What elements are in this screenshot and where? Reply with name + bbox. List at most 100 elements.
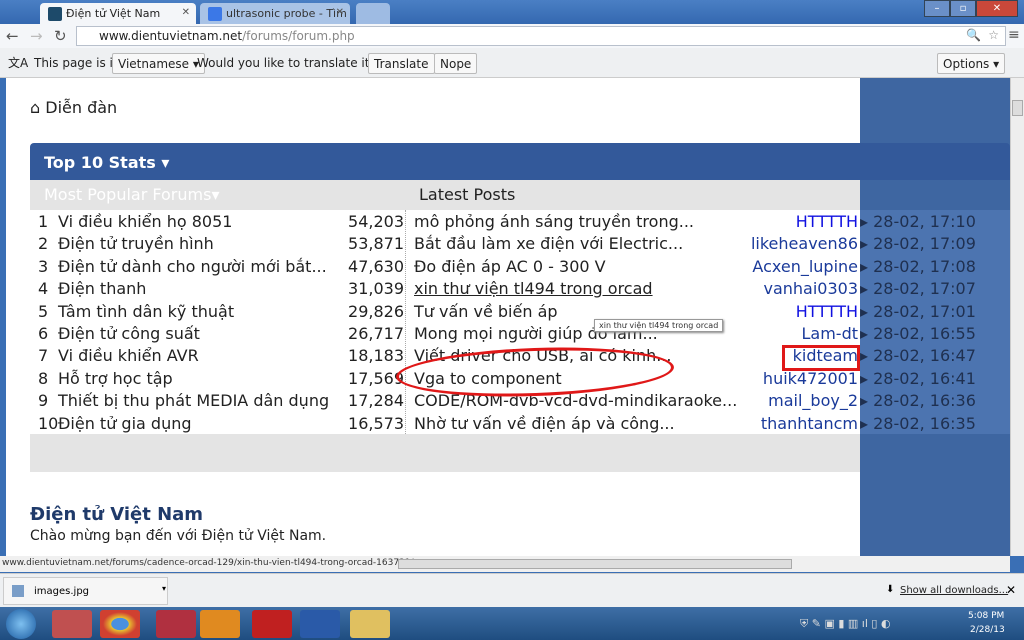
menu-icon[interactable]: ≡ (1008, 27, 1020, 43)
explorer-icon[interactable] (350, 610, 390, 638)
forum-link[interactable]: Điện tử dành cho người mới bắt... (58, 257, 327, 276)
post-date: ▸ 28-02, 17:07 (860, 277, 1010, 300)
user-link[interactable]: HTTTTH (670, 302, 858, 321)
start-button[interactable] (6, 609, 36, 639)
new-tab-button[interactable] (356, 3, 390, 24)
site-favicon-icon (48, 7, 62, 21)
post-count: 47,630 (348, 256, 404, 276)
most-popular-forums-dropdown[interactable]: Most Popular Forums▾ (44, 185, 219, 204)
taskbar-app-icon[interactable] (52, 610, 92, 638)
tab-google-search[interactable]: ultrasonic probe - Tìm với✕ (200, 3, 350, 24)
rank: 1 (38, 212, 49, 231)
user-link[interactable]: likeheaven86 (670, 234, 858, 253)
forum-link[interactable]: Vi điều khiển AVR (58, 346, 199, 365)
tab-bar: Điện tử Việt Nam ✕ ultrasonic probe - Tìm… (0, 0, 1024, 24)
post-date: ▸ 28-02, 17:01 (860, 299, 1010, 322)
rank: 9 (38, 391, 49, 411)
post-date: ▸ 28-02, 17:09 (860, 232, 1010, 255)
user-link[interactable]: huik472001 (670, 369, 858, 388)
maximize-icon[interactable]: ▫ (950, 0, 976, 17)
post-date: ▸ 28-02, 16:36 (860, 389, 1010, 412)
clock-date[interactable]: 2/28/13 (970, 625, 1005, 635)
stats-subheader: Most Popular Forums▾ Latest Posts (30, 180, 860, 210)
post-date: ▸ 28-02, 17:08 (860, 254, 1010, 278)
breadcrumb[interactable]: ⌂ Diễn đàn (30, 98, 117, 117)
taskbar: ⛨ ✎ ▣ ▮ ▥ ıl ▯ ◐ 5:08 PM 2/28/13 (0, 607, 1024, 640)
page-content: ⌂ Diễn đàn Top 10 Stats ▾ Most Popular F… (6, 78, 1010, 556)
close-tab-icon[interactable]: ✕ (182, 7, 190, 18)
minimize-icon[interactable]: – (924, 0, 950, 17)
forum-link[interactable]: Hỗ trợ học tập (58, 369, 173, 388)
top-stats-panel: Top 10 Stats ▾ Most Popular Forums▾ Late… (30, 143, 1010, 473)
forum-link[interactable]: Điện thanh (58, 279, 146, 298)
system-tray-icons[interactable]: ⛨ ✎ ▣ ▮ ▥ ıl ▯ ◐ (800, 617, 891, 631)
acrobat-icon[interactable] (252, 610, 292, 638)
forum-link[interactable]: Điện tử truyền hình (58, 234, 214, 253)
post-link[interactable]: mô phỏng ánh sáng truyền trong... (414, 212, 694, 231)
horizontal-scrollbar[interactable] (398, 559, 792, 569)
language-select[interactable]: Vietnamese ▾ (112, 53, 205, 74)
media-player-icon[interactable] (200, 610, 240, 638)
address-bar: ← → ↻ www.dientuvietnam.net/forums/forum… (0, 24, 1024, 48)
user-link[interactable]: HTTTTH (670, 212, 858, 231)
zoom-icon[interactable]: 🔍 (966, 28, 981, 42)
user-link[interactable]: mail_boy_2 (670, 391, 858, 410)
forum-link[interactable]: Tâm tình dân kỹ thuật (58, 302, 234, 321)
post-link[interactable]: Nhờ tư vấn về điện áp và công... (414, 414, 675, 433)
download-menu-icon[interactable]: ▾ (162, 584, 166, 593)
stats-row: 5 Tâm tình dân kỹ thuật 29,826 Tư vấn về… (30, 299, 1010, 322)
latest-posts-heading: Latest Posts (419, 185, 516, 204)
close-tab-icon[interactable]: ✕ (336, 7, 344, 18)
clock-time[interactable]: 5:08 PM (968, 611, 1004, 621)
red-box-annotation (782, 345, 860, 371)
stats-header[interactable]: Top 10 Stats ▾ (30, 143, 1010, 180)
forward-icon[interactable]: → (30, 27, 43, 45)
post-date: ▸ 28-02, 16:47 (860, 344, 1010, 367)
post-count: 17,284 (348, 391, 404, 411)
site-title: Điện tử Việt Nam (30, 504, 204, 525)
stats-footer (30, 434, 860, 472)
show-all-downloads-link[interactable]: Show all downloads... (900, 585, 1008, 596)
translate-button[interactable]: Translate (368, 53, 435, 74)
stats-row: 6 Điện tử công suất 26,717 Mong mọi ngườ… (30, 321, 1010, 345)
matlab-icon[interactable] (156, 610, 196, 638)
word-icon[interactable] (300, 610, 340, 638)
post-count: 53,871 (348, 234, 404, 254)
rank: 6 (38, 323, 49, 343)
chrome-icon[interactable] (100, 610, 140, 638)
rank: 7 (38, 346, 49, 366)
post-link[interactable]: Tư vấn về biến áp (414, 302, 558, 321)
tab-dientuvietnam[interactable]: Điện tử Việt Nam ✕ (40, 3, 196, 24)
forum-link[interactable]: Điện tử gia dụng (58, 414, 192, 433)
user-link[interactable]: Acxen_lupine (670, 257, 858, 276)
forum-link[interactable]: Thiết bị thu phát MEDIA dân dụng (58, 391, 329, 410)
post-count: 17,569 (348, 368, 404, 388)
post-date: ▸ 28-02, 16:55 (860, 321, 1010, 345)
close-downloads-icon[interactable]: ✕ (1006, 583, 1016, 597)
close-window-icon[interactable]: ✕ (976, 0, 1018, 17)
stats-row: 1 Vi điều khiển họ 8051 54,203 mô phỏng … (30, 210, 1010, 233)
status-bar: www.dientuvietnam.net/forums/cadence-orc… (0, 556, 1010, 572)
nope-button[interactable]: Nope (434, 53, 478, 74)
rank: 2 (38, 234, 49, 254)
post-link[interactable]: xin thư viện tl494 trong orcad (414, 279, 653, 298)
user-link[interactable]: vanhai0303 (670, 279, 858, 298)
rank: 4 (38, 279, 49, 299)
vertical-scrollbar[interactable] (1010, 78, 1024, 556)
image-file-icon (12, 585, 24, 597)
forum-link[interactable]: Điện tử công suất (58, 324, 200, 343)
url-input[interactable]: www.dientuvietnam.net/forums/forum.php 🔍… (76, 26, 1006, 46)
star-icon[interactable]: ☆ (988, 28, 999, 42)
forum-link[interactable]: Vi điều khiển họ 8051 (58, 212, 232, 231)
rank: 3 (38, 256, 49, 276)
stats-row: 3 Điện tử dành cho người mới bắt... 47,6… (30, 254, 1010, 278)
download-item[interactable]: images.jpg ▾ (3, 577, 168, 605)
reload-icon[interactable]: ↻ (54, 27, 67, 45)
back-icon[interactable]: ← (6, 27, 19, 45)
tooltip: xin thư viện tl494 trong orcad (594, 319, 724, 332)
downloads-bar: images.jpg ▾ ⬇ Show all downloads... ✕ (0, 573, 1024, 607)
post-link[interactable]: Đo điện áp AC 0 - 300 V (414, 257, 606, 276)
post-link[interactable]: Bắt đầu làm xe điện với Electric... (414, 234, 683, 253)
user-link[interactable]: thanhtancm (670, 414, 858, 433)
options-button[interactable]: Options ▾ (937, 53, 1006, 74)
